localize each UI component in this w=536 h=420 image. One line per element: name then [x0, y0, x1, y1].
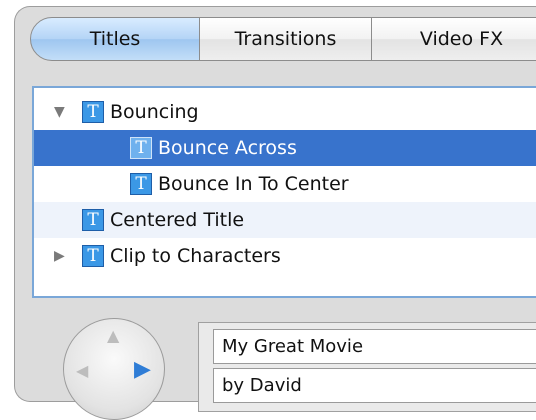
disclosure-triangle-expanded-icon[interactable]: ▼	[54, 104, 65, 120]
list-item-label: Bounce Across	[158, 137, 297, 159]
list-item-label: Centered Title	[110, 209, 245, 231]
title-t-icon: T	[82, 209, 104, 231]
list-item-clip-to-characters[interactable]: ▶ T Clip to Characters	[34, 238, 536, 274]
tab-transitions[interactable]: Transitions	[199, 17, 372, 61]
title-list: ▼ T Bouncing T Bounce Across T Bounce In…	[32, 86, 536, 298]
disclosure-triangle-collapsed-icon[interactable]: ▶	[54, 248, 65, 264]
list-item-bounce-in-to-center[interactable]: T Bounce In To Center	[34, 166, 536, 202]
arrow-up-icon[interactable]: ▲	[107, 328, 119, 344]
arrow-left-icon[interactable]: ◀	[76, 363, 88, 379]
list-item-bouncing[interactable]: ▼ T Bouncing	[34, 94, 536, 130]
tab-video-fx[interactable]: Video FX	[371, 17, 536, 61]
tab-transitions-label: Transitions	[234, 28, 337, 50]
title-text-field-line1[interactable]: My Great Movie	[213, 329, 536, 364]
title-t-icon: T	[82, 101, 104, 123]
title-text-fields: My Great Movie by David	[198, 322, 536, 412]
title-t-icon: T	[130, 137, 152, 159]
list-item-label: Bounce In To Center	[158, 173, 349, 195]
list-item-label: Clip to Characters	[110, 245, 281, 267]
arrow-right-icon[interactable]: ▶	[134, 359, 151, 381]
tab-titles-label: Titles	[89, 28, 141, 50]
list-item-centered-title[interactable]: T Centered Title	[34, 202, 536, 238]
tab-titles[interactable]: Titles	[30, 17, 200, 61]
title-text-field-line2[interactable]: by David	[213, 368, 536, 403]
list-item-bounce-across[interactable]: T Bounce Across	[34, 130, 536, 166]
list-item-label: Bouncing	[110, 101, 199, 123]
title-t-icon: T	[82, 245, 104, 267]
tab-video-fx-label: Video FX	[419, 28, 504, 50]
title-t-icon: T	[130, 173, 152, 195]
